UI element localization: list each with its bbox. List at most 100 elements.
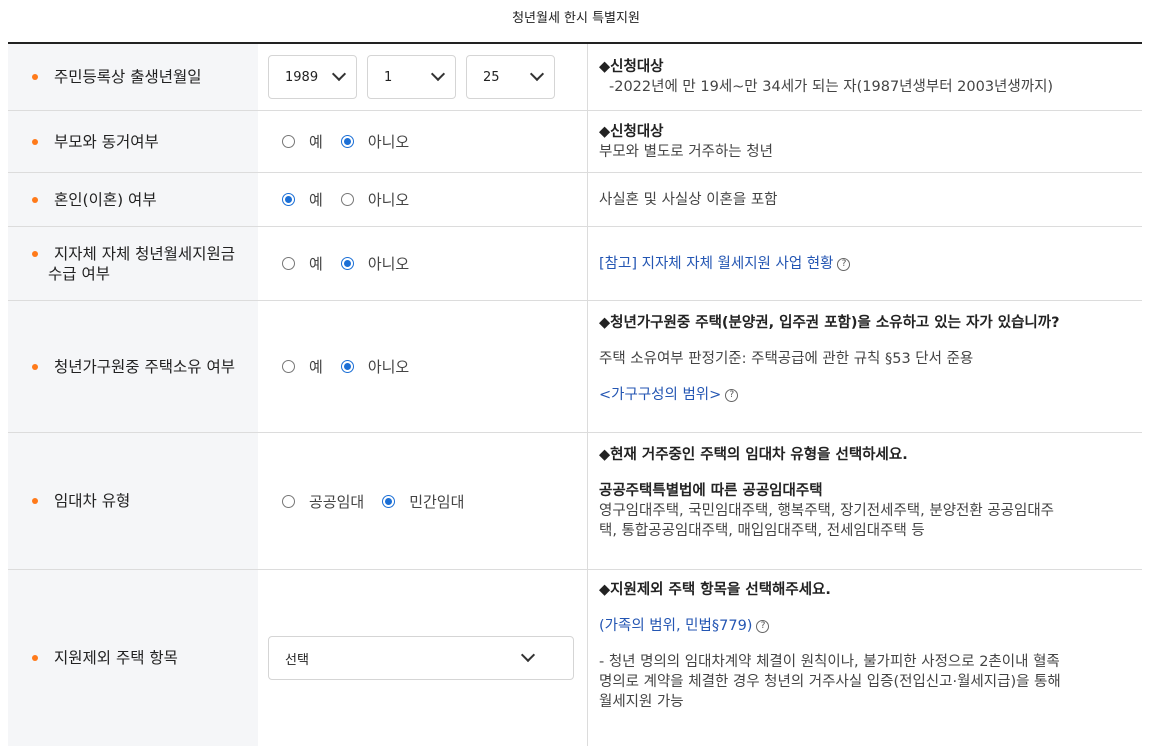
bullet-dot [32,196,38,203]
bullet-dot [32,655,38,661]
row-marriage: 혼인(이혼) 여부 예 아니오 사실혼 및 사실상 이혼을 포함 [8,173,1142,227]
help-icon[interactable]: ? [837,257,851,271]
day-value: 25 [483,69,500,85]
help-icon[interactable]: ? [756,620,770,633]
label-line-2: 수급 여부 [48,264,110,283]
field-label: 청년가구원중 주택소유 여부 [54,357,235,376]
household-range-link[interactable]: <가구구성의 범위> [599,387,721,403]
radio-label: 아니오 [367,133,410,151]
radio-circle-selected[interactable] [340,360,354,373]
radio-circle[interactable] [282,135,295,148]
field-label: 부모와 동거여부 [54,132,159,151]
radio-yes[interactable]: 예 [282,131,323,152]
radio-label: 아니오 [367,358,410,376]
radio-group: 예 아니오 [268,131,427,152]
radio-group: 공공임대 민간임대 [268,491,482,512]
radio-no[interactable]: 아니오 [340,131,410,152]
bullet-dot [32,74,38,80]
description-cell: ◆현재 거주중인 주택의 임대차 유형을 선택하세요. 공공주택특별법에 따른 … [588,433,1142,569]
row-house-ownership: 청년가구원중 주택소유 여부 예 아니오 ◆청년가구원중 주택(분양권, 입주권… [8,301,1142,433]
input-cell: 1989 1 25 [258,44,588,110]
desc-link-line: (가족의 범위, 민법§779)? [599,616,1132,636]
chevron-down-icon [331,66,347,82]
radio-label: 예 [309,133,323,151]
radio-private-lease[interactable]: 민간임대 [382,491,464,512]
field-label: 주민등록상 출생년월일 [54,68,202,86]
exclusion-select[interactable]: 선택 [268,636,574,680]
bullet-dot [32,138,38,145]
input-cell: 공공임대 민간임대 [258,433,588,569]
desc-heading: ◆신청대상 [599,59,664,75]
radio-no[interactable]: 아니오 [340,189,410,210]
input-cell: 예 아니오 [258,173,588,226]
field-label: 지자체 자체 청년월세지원금 수급 여부 [34,244,235,284]
radio-label: 민간임대 [409,492,465,511]
chevron-down-icon [520,647,536,663]
radio-yes[interactable]: 예 [282,356,323,377]
radio-circle-selected[interactable] [340,257,354,270]
radio-label: 예 [309,191,323,209]
radio-group: 예 아니오 [268,356,427,377]
select-value: 선택 [285,652,309,668]
description-cell: ◆신청대상 -2022년에 만 19세~만 34세가 되는 자(1987년생부터… [588,44,1142,110]
desc-link-line: <가구구성의 범위>? [599,385,1132,405]
radio-group: 예 아니오 [268,189,427,210]
input-cell: 예 아니오 [258,301,588,432]
radio-label: 아니오 [367,191,410,209]
family-range-link[interactable]: (가족의 범위, 민법§779) [599,618,752,634]
radio-circle[interactable] [282,257,295,270]
radio-circle-selected[interactable] [382,494,396,508]
desc-text-line-2: 명의로 계약을 체결한 경우 청년의 거주사실 입증(전입신고·월세지급)을 통… [599,674,1061,690]
desc-heading: ◆지원제외 주택 항목을 선택해주세요. [599,582,831,598]
description-cell: ◆신청대상 부모와 별도로 거주하는 청년 [588,111,1142,172]
year-select[interactable]: 1989 [268,55,357,99]
label-cell: 임대차 유형 [8,433,258,569]
description-cell: ◆청년가구원중 주택(분양권, 입주권 포함)을 소유하고 있는 자가 있습니까… [588,301,1142,432]
day-select[interactable]: 25 [466,55,555,99]
radio-circle[interactable] [282,360,295,373]
desc-text: 주택 소유여부 판정기준: 주택공급에 관한 규칙 §53 단서 준용 [599,351,974,367]
help-icon[interactable]: ? [725,389,739,402]
page-title: 청년월세 한시 특별지원 [512,11,640,26]
radio-circle[interactable] [340,193,354,206]
desc-text: 사실혼 및 사실상 이혼을 포함 [599,191,778,208]
desc-text: 부모와 별도로 거주하는 청년 [599,143,773,160]
row-lease-type: 임대차 유형 공공임대 민간임대 ◆현재 거주중인 주택의 임대차 유형을 선택… [8,433,1142,570]
row-birth-date: 주민등록상 출생년월일 1989 1 25 ◆신청대상 -2022년에 만 19… [8,44,1142,111]
desc-subheading: 공공주택특별법에 따른 공공임대주택 [599,483,823,499]
row-local-support: 지자체 자체 청년월세지원금 수급 여부 예 아니오 [참고] 지자체 자체 월… [8,227,1142,301]
radio-yes[interactable]: 예 [282,189,323,210]
row-exclusion: 지원제외 주택 항목 선택 ◆지원제외 주택 항목을 선택해주세요. (가족의 … [8,570,1142,746]
radio-yes[interactable]: 예 [282,253,323,274]
chevron-down-icon [430,66,446,82]
radio-no[interactable]: 아니오 [340,356,410,377]
bullet-dot [32,363,38,370]
month-select[interactable]: 1 [367,55,456,99]
description-cell: [참고] 지자체 자체 월세지원 사업 현황? [588,227,1142,300]
radio-circle[interactable] [282,494,295,508]
description-cell: ◆지원제외 주택 항목을 선택해주세요. (가족의 범위, 민법§779)? -… [588,570,1142,746]
radio-label: 예 [309,358,323,376]
radio-circle-selected[interactable] [340,135,354,148]
radio-public-lease[interactable]: 공공임대 [282,491,364,512]
radio-no[interactable]: 아니오 [340,253,409,274]
form-table: 주민등록상 출생년월일 1989 1 25 ◆신청대상 -2022년에 만 19… [8,42,1142,746]
field-label: 지원제외 주택 항목 [54,649,178,667]
row-cohabit: 부모와 동거여부 예 아니오 ◆신청대상 부모와 별도로 거주하는 청년 [8,111,1142,173]
label-cell: 지자체 자체 청년월세지원금 수급 여부 [8,227,258,300]
bullet-dot [32,251,38,257]
label-cell: 혼인(이혼) 여부 [8,173,258,226]
month-value: 1 [384,69,393,85]
field-label: 임대차 유형 [54,492,131,510]
desc-text-line-2: 택, 통합공공임대주택, 매입임대주택, 전세임대주택 등 [599,523,925,539]
label-cell: 주민등록상 출생년월일 [8,44,258,110]
desc-heading: ◆신청대상 [599,123,664,140]
desc-text-line-1: - 청년 명의의 임대차계약 체결이 원칙이나, 불가피한 사정으로 2촌이내 … [599,654,1060,670]
description-cell: 사실혼 및 사실상 이혼을 포함 [588,173,1142,226]
radio-circle-selected[interactable] [282,193,295,206]
bullet-dot [32,498,38,504]
desc-heading: ◆현재 거주중인 주택의 임대차 유형을 선택하세요. [599,447,908,463]
year-value: 1989 [285,69,319,85]
desc-text-line-1: 영구임대주택, 국민임대주택, 행복주택, 장기전세주택, 분양전환 공공임대주 [599,503,1055,519]
local-support-link[interactable]: [참고] 지자체 자체 월세지원 사업 현황 [599,256,833,272]
